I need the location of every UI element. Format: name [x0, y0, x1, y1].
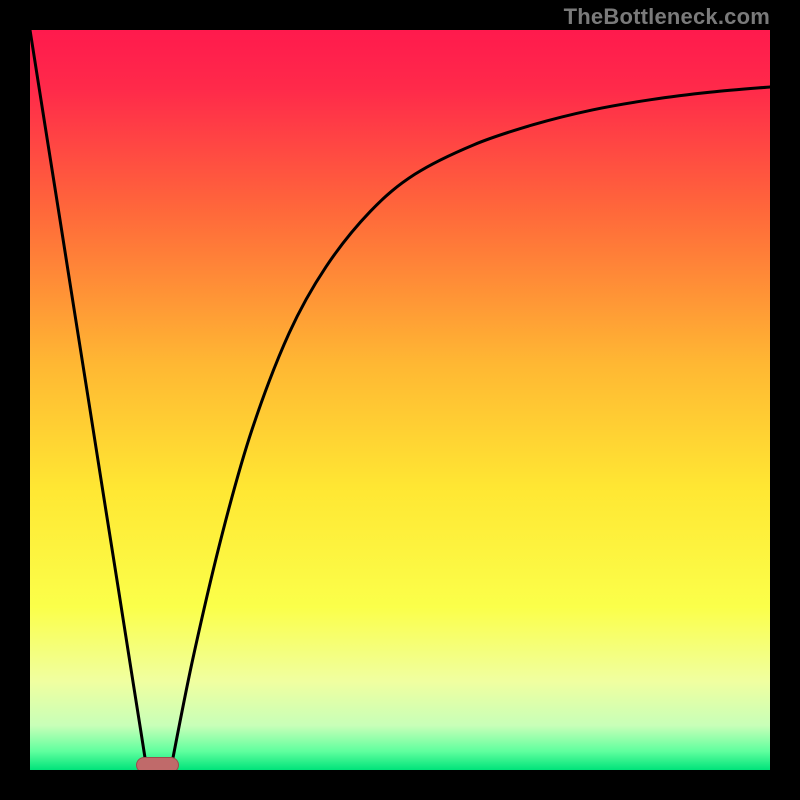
plot-area	[30, 30, 770, 770]
bottleneck-curve	[30, 30, 770, 770]
curve-right-branch	[171, 87, 770, 770]
curve-left-branch	[30, 30, 147, 770]
optimal-marker	[136, 757, 179, 770]
watermark-text: TheBottleneck.com	[564, 4, 770, 30]
